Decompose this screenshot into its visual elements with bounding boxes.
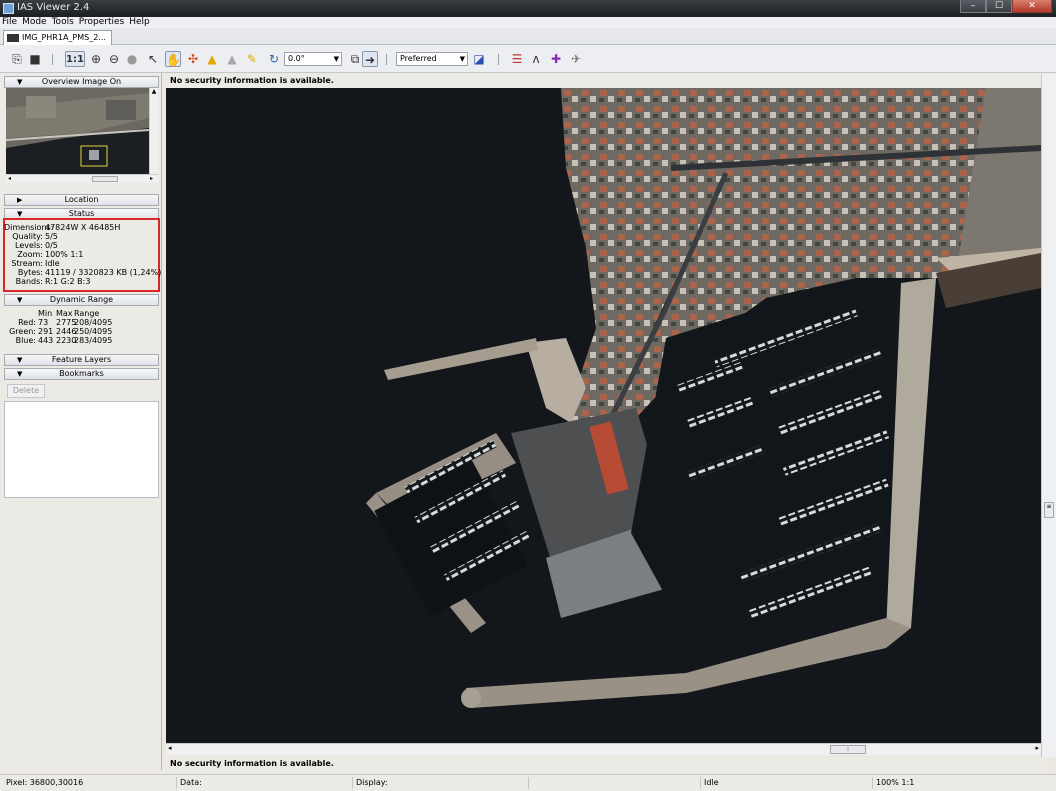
menu-mode[interactable]: Mode <box>20 17 50 28</box>
overview-thumbnail <box>6 88 149 174</box>
menu-bar: File Mode Tools Properties Help <box>0 17 1056 28</box>
harbor-satellite-image <box>166 88 1041 743</box>
menu-file[interactable]: File <box>0 17 20 28</box>
pin-icon[interactable]: ✈ <box>568 51 584 67</box>
stream-state: Idle <box>700 777 870 789</box>
legend-list-icon[interactable]: ☰ <box>509 51 525 67</box>
app-icon <box>3 3 14 14</box>
dynamic-range-red-row: Red: 73 2775 208/4095 <box>18 318 113 327</box>
toolbar: ⎘ ■ 1:1 ⊕ ⊖ ● ↖ ✋ ✣ ▲ ▲ ✎ ↻ 0.0° ▼ ⧉ ➜ P… <box>0 45 1056 73</box>
bookmarks-list[interactable] <box>4 401 159 498</box>
zoom-in-icon[interactable]: ⊕ <box>88 51 104 67</box>
toolbar-separator <box>52 54 53 65</box>
window-title: IAS Viewer 2.4 <box>17 2 90 13</box>
status-empty-cell <box>528 777 698 789</box>
layers-icon[interactable]: ⧉ <box>347 51 363 67</box>
save-icon[interactable]: ■ <box>27 51 43 67</box>
triangle-marker-disabled-icon[interactable]: ▲ <box>224 51 240 67</box>
scroll-right-icon[interactable]: ▸ <box>150 175 153 182</box>
rotate-icon[interactable]: ↻ <box>266 51 282 67</box>
band-preset-value: Preferred <box>400 54 437 63</box>
data-readout: Data: <box>176 777 351 789</box>
security-info-bottom: No security information is available. <box>166 757 1046 771</box>
location-section-header[interactable]: ▶ Location <box>4 194 159 206</box>
histogram-icon[interactable]: ʌ <box>528 51 544 67</box>
overview-vertical-scrollbar[interactable]: ▲ <box>149 88 158 174</box>
menu-help[interactable]: Help <box>127 17 153 28</box>
triangle-marker-icon[interactable]: ▲ <box>204 51 220 67</box>
pointer-icon[interactable]: ↖ <box>145 51 161 67</box>
status-levels: Levels: 0/5 <box>15 241 58 250</box>
toolbar-separator <box>498 54 499 65</box>
image-vertical-scrollbar[interactable]: ≡ <box>1041 74 1056 757</box>
image-horizontal-scroll-thumb[interactable]: ⦙ <box>830 745 866 754</box>
band-preset-select[interactable]: Preferred ▼ <box>396 52 468 66</box>
pixel-readout: Pixel: 36800,30016 <box>6 778 84 787</box>
overview-image[interactable] <box>6 88 149 174</box>
pan-hand-icon[interactable]: ✋ <box>165 51 181 67</box>
copy-icon[interactable]: ⎘ <box>9 51 25 67</box>
document-tab-strip: IMG_PHR1A_PMS_2... <box>0 28 1056 45</box>
dynamic-range-header-row: Min Max Range <box>38 309 100 318</box>
stop-icon[interactable]: ● <box>124 51 140 67</box>
document-tab[interactable]: IMG_PHR1A_PMS_2... <box>3 30 112 45</box>
zoom-readout: 100% 1:1 <box>872 777 1052 789</box>
overview-horizontal-scrollbar[interactable]: ◂ ▸ <box>6 174 158 183</box>
bookmarks-section-header[interactable]: ▼ Bookmarks <box>4 368 159 380</box>
overview-scroll-thumb[interactable] <box>92 176 118 182</box>
minimize-button[interactable]: – <box>960 0 986 13</box>
color-balance-icon[interactable]: ◪ <box>471 51 487 67</box>
title-bar: IAS Viewer 2.4 – ☐ ✕ <box>0 0 1056 17</box>
lifesaver-icon[interactable]: ✣ <box>185 51 201 67</box>
image-horizontal-scrollbar[interactable]: ◂ ⦙ ▸ <box>166 743 1041 755</box>
display-readout: Display: <box>352 777 527 789</box>
security-info-top: No security information is available. <box>166 74 1046 88</box>
dynamic-range-section-header[interactable]: ▼ Dynamic Range <box>4 294 159 306</box>
maximize-button[interactable]: ☐ <box>986 0 1012 13</box>
status-dimensions: Dimensions:47824W X 46485H <box>4 223 121 232</box>
dynamic-range-green-row: Green: 291 2446 250/4095 <box>9 327 113 336</box>
export-arrow-icon[interactable]: ➜ <box>362 51 378 67</box>
image-vertical-scroll-thumb[interactable]: ≡ <box>1044 502 1054 518</box>
satellite-image-view[interactable] <box>166 88 1041 743</box>
scroll-left-icon[interactable]: ◂ <box>8 175 11 182</box>
scroll-left-icon[interactable]: ◂ <box>168 744 172 752</box>
dynamic-range-blue-row: Blue: 443 2230 283/4095 <box>15 336 113 345</box>
rotation-value: 0.0° <box>288 54 305 63</box>
overview-section-header[interactable]: ▼ Overview Image On <box>4 76 159 88</box>
status-quality: Quality: 5/5 <box>12 232 58 241</box>
document-tab-label: IMG_PHR1A_PMS_2... <box>22 33 106 42</box>
status-zoom: Zoom: 100% 1:1 <box>17 250 84 259</box>
menu-properties[interactable]: Properties <box>77 17 127 28</box>
image-icon <box>7 34 19 42</box>
status-bands: Bands: R:1 G:2 B:3 <box>15 277 91 286</box>
scroll-right-icon[interactable]: ▸ <box>1035 744 1039 752</box>
delete-bookmark-button[interactable]: Delete <box>7 384 45 398</box>
status-bytes: Bytes: 41119 / 3320823 KB (1,24%) <box>17 268 162 277</box>
feature-layers-section-header[interactable]: ▼ Feature Layers <box>4 354 159 366</box>
pencil-icon[interactable]: ✎ <box>244 51 260 67</box>
toolbar-separator <box>386 54 387 65</box>
dynamic-range-table: Min Max Range Red: 73 2775 208/4095 Gree… <box>4 309 124 345</box>
chevron-down-icon: ▼ <box>333 55 339 63</box>
status-bar: Pixel: 36800,30016 Data: Display: Idle 1… <box>0 774 1056 791</box>
close-button[interactable]: ✕ <box>1012 0 1052 13</box>
add-point-icon[interactable]: ✚ <box>548 51 564 67</box>
menu-tools[interactable]: Tools <box>50 17 77 28</box>
left-panel: ▼ Overview Image On ▲ ◂ ▸ ▶ Location ▼ S… <box>0 73 162 770</box>
zoom-one-to-one-button[interactable]: 1:1 <box>65 51 85 67</box>
status-stream: Stream: Idle <box>11 259 60 268</box>
window-controls: – ☐ ✕ <box>960 0 1052 14</box>
chevron-down-icon: ▼ <box>459 55 465 63</box>
zoom-out-icon[interactable]: ⊖ <box>106 51 122 67</box>
rotation-select[interactable]: 0.0° ▼ <box>284 52 342 66</box>
